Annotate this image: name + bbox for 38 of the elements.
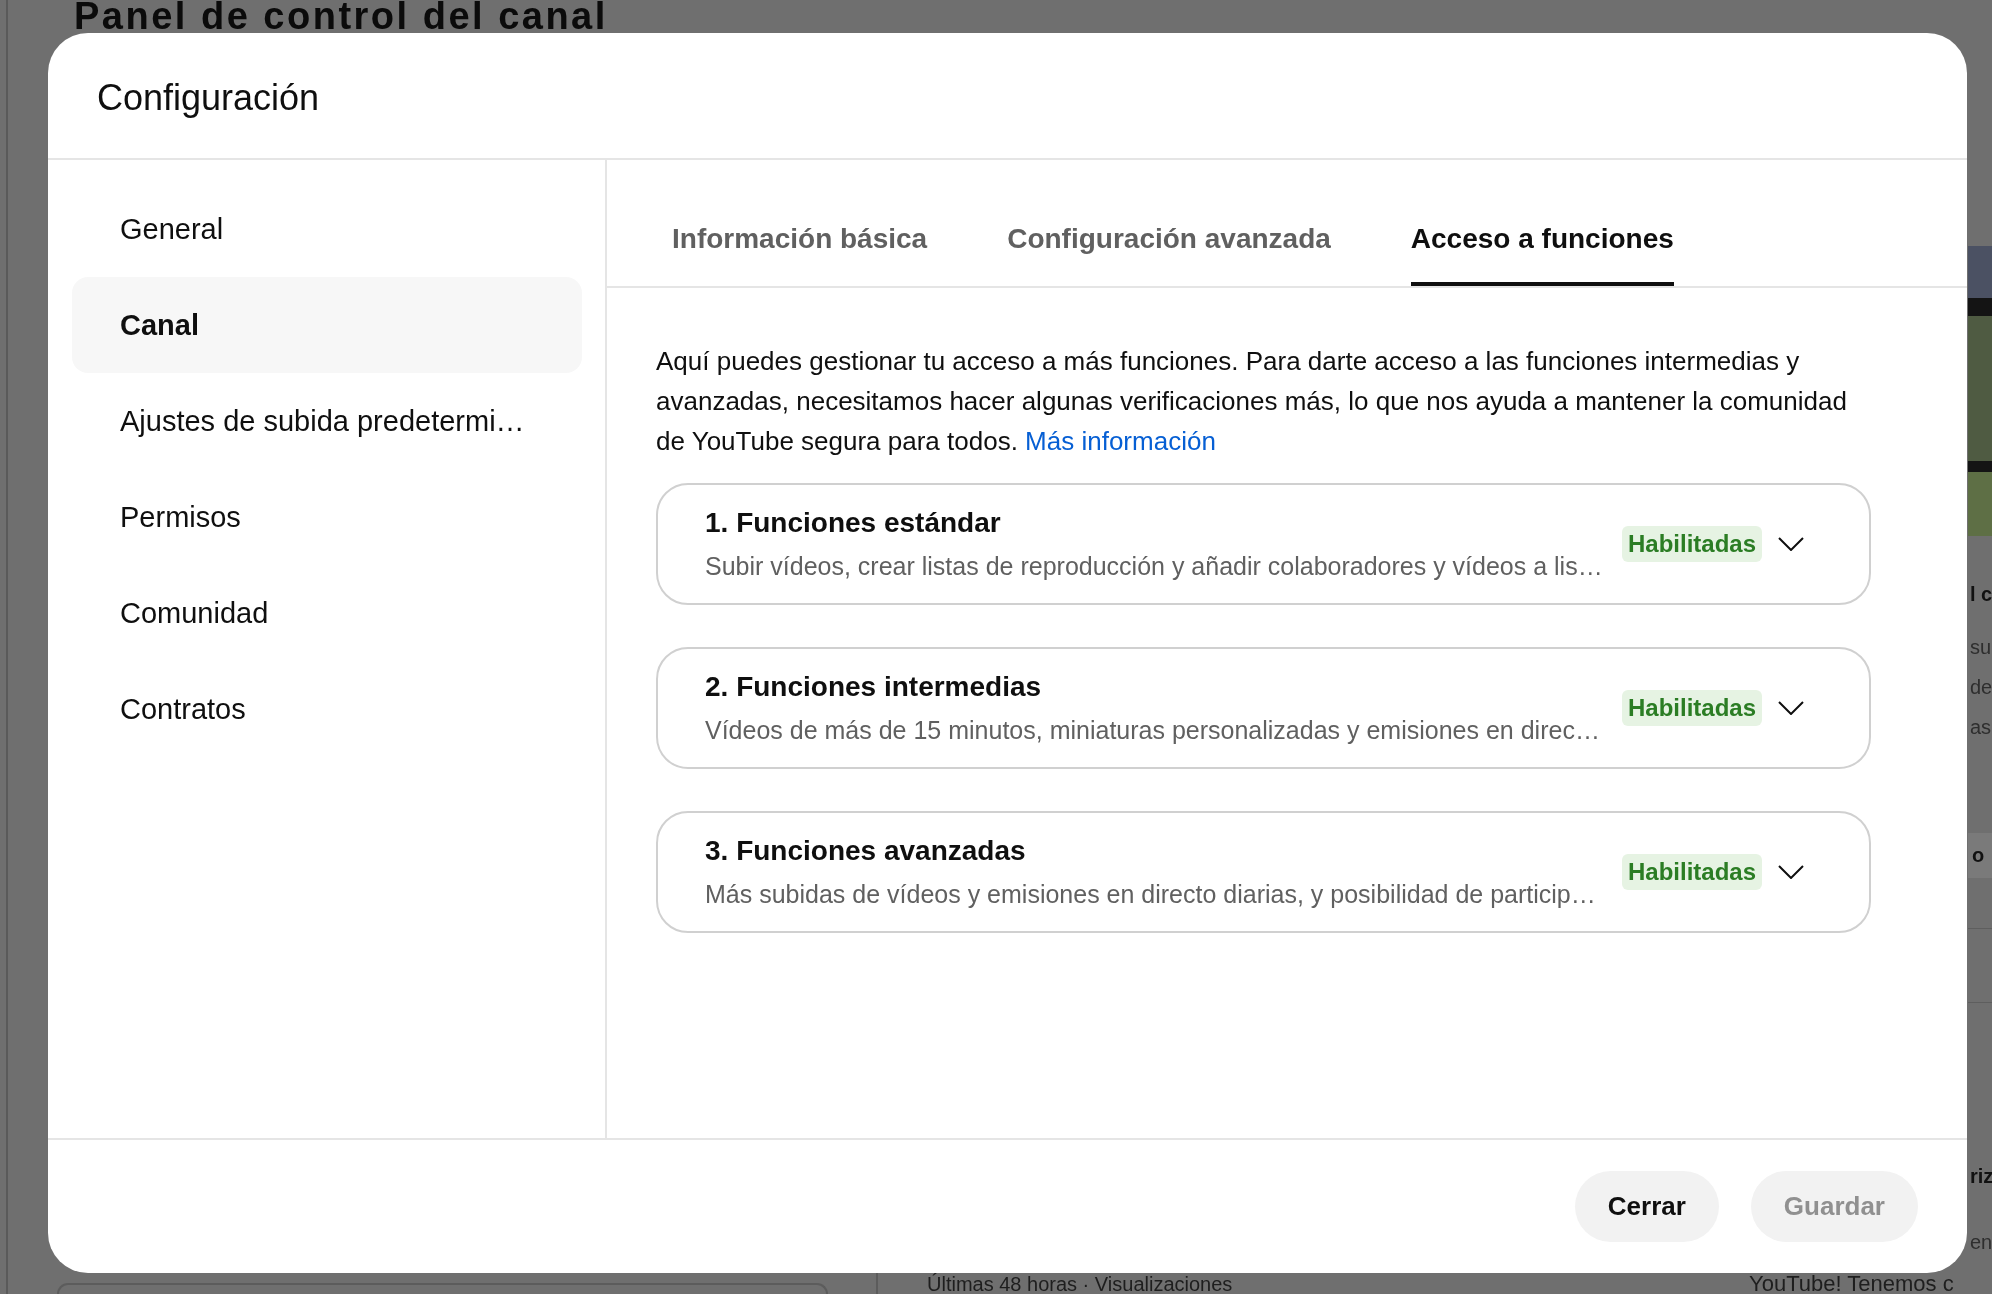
sidebar-item[interactable]: Ajustes de subida predetermi… xyxy=(72,373,582,469)
dialog-title: Configuración xyxy=(97,75,320,120)
status-badge: Habilitadas xyxy=(1621,854,1762,890)
close-button[interactable]: Cerrar xyxy=(1574,1171,1719,1242)
sidebar-item[interactable]: Canal xyxy=(72,277,582,373)
learn-more-link[interactable]: Más información xyxy=(1025,426,1216,456)
partial-text: su xyxy=(1970,635,1992,661)
feature-title: 1. Funciones estándar xyxy=(705,506,1001,540)
partial-text: as xyxy=(1970,715,1992,741)
sidebar-item[interactable]: General xyxy=(72,181,582,277)
sidebar-item[interactable]: Permisos xyxy=(72,469,582,565)
status-badge: Habilitadas xyxy=(1621,690,1762,726)
feature-description: Vídeos de más de 15 minutos, miniaturas personalizadas y emisiones en direc… xyxy=(705,715,1600,746)
tab[interactable]: Configuración avanzada xyxy=(1007,222,1331,286)
feature-title: 2. Funciones intermedias xyxy=(705,670,1042,704)
partial-heading: riz xyxy=(1970,1164,1992,1189)
page-heading: Panel de control del canal xyxy=(74,0,608,33)
partial-button[interactable]: o xyxy=(1968,833,1992,879)
chevron-down-icon[interactable] xyxy=(1778,537,1804,551)
feature-card[interactable]: 3. Funciones avanzadas Más subidas de vídeos y emisiones en directo diarias, y posibilidad de particip… Habilitadas xyxy=(656,811,1871,933)
tab[interactable]: Acceso a funciones xyxy=(1410,222,1674,286)
partial-text: de xyxy=(1970,675,1992,701)
stats-caption: Últimas 48 horas · Visualizaciones xyxy=(927,1274,1234,1294)
chevron-down-icon[interactable] xyxy=(1778,865,1804,879)
chevron-down-icon[interactable] xyxy=(1778,701,1804,715)
partial-text: en xyxy=(1970,1230,1992,1255)
feature-description: Subir vídeos, crear listas de reproducción y añadir colaboradores y vídeos a lis… xyxy=(705,551,1603,582)
partial-text: YouTube! Tenemos c xyxy=(1749,1274,1954,1294)
sidebar-item[interactable]: Comunidad xyxy=(72,565,582,661)
partial-heading: l c xyxy=(1970,582,1992,608)
description-text: Aquí puedes gestionar tu acceso a más funciones. Para darte acceso a las funciones intermedias y avanzadas, necesitamos hacer algunas verificaciones más, lo que nos ayuda a mantener la comunidad de YouTube segura para todos. Más información xyxy=(656,345,1848,458)
sidebar-item[interactable]: Contratos xyxy=(72,661,582,757)
status-badge: Habilitadas xyxy=(1621,526,1762,562)
feature-card[interactable]: 2. Funciones intermedias Vídeos de más de 15 minutos, miniaturas personalizadas y emisiones en direc… Habilitadas xyxy=(656,647,1871,769)
feature-card[interactable]: 1. Funciones estándar Subir vídeos, crear listas de reproducción y añadir colaboradores y vídeos a lis… Habilitadas xyxy=(656,483,1871,605)
tab[interactable]: Información básica xyxy=(672,222,928,286)
feature-description: Más subidas de vídeos y emisiones en directo diarias, y posibilidad de particip… xyxy=(705,879,1596,910)
feature-title: 3. Funciones avanzadas xyxy=(705,834,1026,868)
